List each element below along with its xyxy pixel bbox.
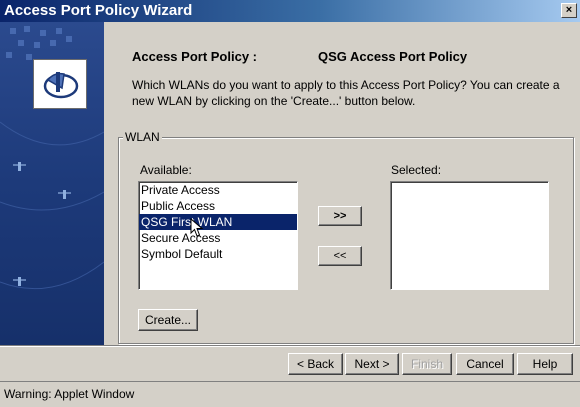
navigation-bar: < Back Next > Finish Cancel Help bbox=[0, 345, 580, 382]
list-item-selected[interactable]: QSG First WLAN bbox=[139, 214, 297, 230]
policy-label: Access Port Policy : bbox=[132, 49, 257, 64]
cancel-button[interactable]: Cancel bbox=[456, 353, 514, 375]
wizard-icon bbox=[33, 59, 87, 109]
available-list[interactable]: Private Access Public Access QSG First W… bbox=[138, 181, 298, 290]
close-icon[interactable]: × bbox=[561, 3, 577, 18]
list-item[interactable]: Secure Access bbox=[139, 230, 297, 246]
window-title: Access Port Policy Wizard bbox=[4, 2, 193, 19]
help-button[interactable]: Help bbox=[517, 353, 573, 375]
finish-button[interactable]: Finish bbox=[402, 353, 452, 375]
status-bar: Warning: Applet Window bbox=[0, 381, 580, 407]
remove-wlan-button[interactable]: << bbox=[318, 246, 362, 266]
list-item[interactable]: Symbol Default bbox=[139, 246, 297, 262]
selected-label: Selected: bbox=[391, 163, 442, 177]
list-item[interactable]: Public Access bbox=[139, 198, 297, 214]
add-wlan-button[interactable]: >> bbox=[318, 206, 362, 226]
next-button[interactable]: Next > bbox=[345, 353, 399, 375]
wizard-window: Access Port Policy Wizard × Access Port … bbox=[0, 0, 580, 407]
wlan-group-label: WLAN bbox=[123, 130, 162, 144]
create-wlan-button[interactable]: Create... bbox=[138, 309, 198, 331]
title-bar[interactable]: Access Port Policy Wizard × bbox=[0, 0, 580, 22]
status-text: Warning: Applet Window bbox=[4, 387, 135, 401]
back-button[interactable]: < Back bbox=[288, 353, 343, 375]
policy-value: QSG Access Port Policy bbox=[318, 49, 468, 64]
wlan-group: WLAN Available: Selected: Private Access… bbox=[118, 130, 574, 344]
available-label: Available: bbox=[140, 163, 192, 177]
wizard-sidebar bbox=[0, 22, 104, 345]
wizard-description: Which WLANs do you want to apply to this… bbox=[132, 78, 560, 108]
mouse-cursor-icon bbox=[190, 218, 204, 237]
wizard-content: Access Port Policy : QSG Access Port Pol… bbox=[104, 22, 580, 345]
selected-list[interactable] bbox=[390, 181, 549, 290]
list-item[interactable]: Private Access bbox=[139, 182, 297, 198]
